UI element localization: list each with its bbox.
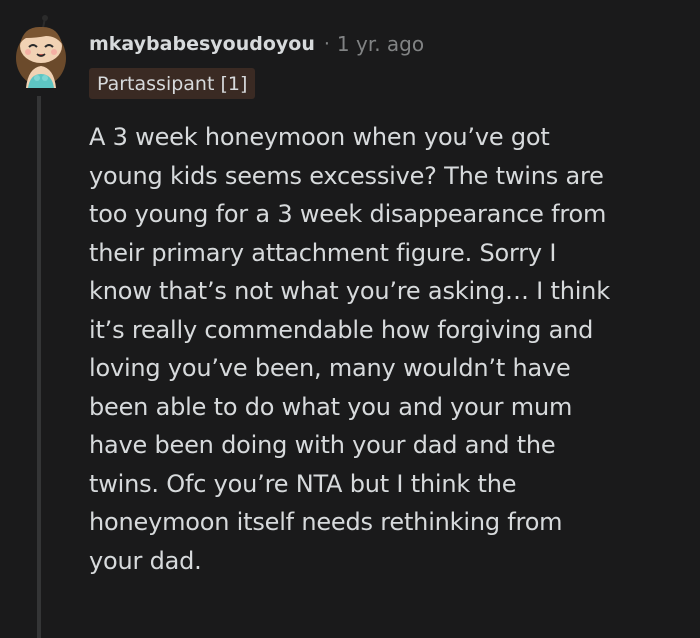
comment-body-line: twins. Ofc you’re NTA but I think the xyxy=(89,469,517,498)
comment-body-line: been able to do what you and your mum xyxy=(89,392,573,421)
thread-line[interactable] xyxy=(37,96,41,638)
comment-body-line: too young for a 3 week disappearance fro… xyxy=(89,200,607,228)
comment-body-line: A 3 week honeymoon when you’ve got xyxy=(89,123,550,151)
meta-separator: · xyxy=(323,33,330,55)
comment-body-line: know that’s not what you’re asking… I th… xyxy=(89,277,610,305)
snoo-avatar-icon xyxy=(16,15,66,88)
comment-body-line: your dad. xyxy=(89,546,202,575)
comment-body-line: their primary attachment figure. Sorry I xyxy=(89,238,557,267)
comment-header: mkaybabesyoudoyou · 1 yr. ago xyxy=(89,28,424,60)
comment-body: A 3 week honeymoon when you’ve got young… xyxy=(89,118,685,580)
comment-body-line: have been doing with your dad and the xyxy=(89,431,556,459)
comment: mkaybabesyoudoyou · 1 yr. ago Partassipa… xyxy=(0,0,700,638)
user-flair: Partassipant [1] xyxy=(89,68,256,99)
comment-body-line: it’s really commendable how forgiving an… xyxy=(89,315,594,344)
comment-body-line: honeymoon itself needs rethinking from xyxy=(89,508,563,536)
comment-body-line: young kids seems excessive? The twins ar… xyxy=(89,161,604,190)
avatar[interactable] xyxy=(12,14,70,88)
timestamp-link[interactable]: 1 yr. ago xyxy=(337,32,424,56)
comment-body-line: loving you’ve been, many wouldn’t have xyxy=(89,354,571,382)
username-link[interactable]: mkaybabesyoudoyou xyxy=(89,33,315,55)
